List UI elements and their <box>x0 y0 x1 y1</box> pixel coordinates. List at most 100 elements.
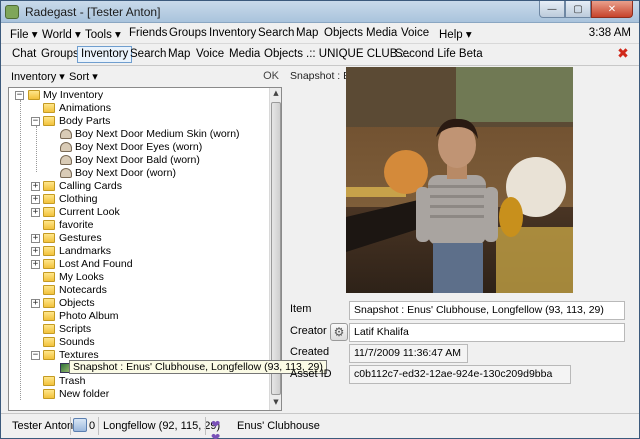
folder-icon <box>43 272 55 282</box>
radegast-window: Radegast - [Tester Anton] — ▢ ✕ File ▾ W… <box>0 0 640 439</box>
title-bar[interactable]: Radegast - [Tester Anton] — ▢ ✕ <box>1 1 639 23</box>
creator-field[interactable]: Latif Khalifa <box>349 323 625 342</box>
creator-label: Creator <box>290 325 327 337</box>
tab-inventory[interactable]: Inventory <box>77 46 133 63</box>
clock-display: 3:38 AM <box>588 27 631 39</box>
created-label: Created <box>290 346 330 358</box>
tree-item-trash[interactable]: Trash <box>9 375 271 388</box>
tree-item-lost-and-found[interactable]: + Lost And Found <box>9 258 271 271</box>
tree-item-current-look[interactable]: + Current Look <box>9 206 271 219</box>
tab-search[interactable]: Search <box>127 47 169 64</box>
folder-icon <box>43 181 55 191</box>
tree-item-new-folder[interactable]: New folder <box>9 388 271 401</box>
tab-map[interactable]: Map <box>165 47 193 64</box>
snapshot-image <box>346 67 573 293</box>
tree-item-objects[interactable]: + Objects <box>9 297 271 310</box>
tree-item-hair[interactable]: Boy Next Door Bald (worn) <box>9 154 271 167</box>
sort-dropdown[interactable]: Sort ▾ <box>69 70 98 83</box>
status-parcel[interactable]: Enus' Clubhouse <box>237 420 320 432</box>
menu-world[interactable]: World ▾ <box>42 27 81 41</box>
menu-media[interactable]: Media <box>366 27 397 39</box>
menu-groups[interactable]: Groups <box>169 27 207 39</box>
tree-item-my-looks[interactable]: My Looks <box>9 271 271 284</box>
expand-icon[interactable]: + <box>31 182 40 191</box>
expand-icon[interactable]: + <box>31 247 40 256</box>
close-tab-icon[interactable]: ✖ <box>616 47 630 61</box>
inventory-dropdown[interactable]: Inventory ▾ <box>11 70 65 83</box>
item-name-field[interactable]: Snapshot : Enus' Clubhouse, Longfellow (… <box>349 301 625 320</box>
hair-icon <box>60 155 72 165</box>
expand-icon[interactable]: + <box>31 260 40 269</box>
scroll-thumb[interactable] <box>271 102 281 395</box>
tree-item-calling-cards[interactable]: + Calling Cards <box>9 180 271 193</box>
tree-root-my-inventory[interactable]: − My Inventory <box>9 89 271 102</box>
tab-objects[interactable]: Objects <box>261 47 306 64</box>
tab-chat[interactable]: Chat <box>9 47 39 64</box>
menu-voice[interactable]: Voice <box>401 27 429 39</box>
tab-media[interactable]: Media <box>226 47 263 64</box>
collapse-icon[interactable]: − <box>31 117 40 126</box>
item-label: Item <box>290 303 312 315</box>
tab-second-life-beta[interactable]: Second Life Beta <box>392 47 486 64</box>
close-window-button[interactable]: ✕ <box>591 1 633 18</box>
ok-button[interactable]: OK <box>263 70 279 82</box>
tree-item-skin[interactable]: Boy Next Door Medium Skin (worn) <box>9 128 271 141</box>
tree-item-shape[interactable]: Boy Next Door (worn) <box>9 167 271 180</box>
maximize-button[interactable]: ▢ <box>565 1 591 18</box>
creator-profile-gear-icon[interactable]: ⚙ <box>330 323 348 341</box>
inventory-toolbar: Inventory ▾ Sort ▾ OK <box>1 67 283 85</box>
tree-item-body-parts[interactable]: − Body Parts <box>9 115 271 128</box>
expand-icon[interactable]: + <box>31 208 40 217</box>
tab-groups[interactable]: Groups <box>38 47 82 64</box>
asset-id-label: Asset ID <box>290 368 332 380</box>
tab-voice[interactable]: Voice <box>193 47 227 64</box>
expand-icon[interactable]: + <box>31 195 40 204</box>
item-tooltip: Snapshot : Enus' Clubhouse, Longfellow (… <box>69 360 327 374</box>
folder-icon <box>28 90 40 100</box>
asset-id-field[interactable]: c0b112c7-ed32-12ae-924e-130c209d9bba <box>349 365 571 384</box>
tree-item-scripts[interactable]: Scripts <box>9 323 271 336</box>
menu-file[interactable]: File ▾ <box>10 27 38 41</box>
tree-item-clothing[interactable]: + Clothing <box>9 193 271 206</box>
tree-item-animations[interactable]: Animations <box>9 102 271 115</box>
tree-item-sounds[interactable]: Sounds <box>9 336 271 349</box>
tree-item-photo-album[interactable]: Photo Album <box>9 310 271 323</box>
menu-search[interactable]: Search <box>258 27 294 39</box>
folder-icon <box>43 259 55 269</box>
collapse-icon[interactable]: − <box>15 91 24 100</box>
expand-icon[interactable]: + <box>31 234 40 243</box>
tab-bar: Chat Groups Inventory Search Map Voice M… <box>1 44 639 66</box>
menu-friends[interactable]: Friends <box>129 27 167 39</box>
tree-item-eyes[interactable]: Boy Next Door Eyes (worn) <box>9 141 271 154</box>
folder-icon <box>43 246 55 256</box>
shape-icon <box>60 168 72 178</box>
window-controls: — ▢ ✕ <box>539 1 633 19</box>
folder-icon <box>43 207 55 217</box>
scroll-down-icon[interactable]: ▼ <box>271 398 281 409</box>
collapse-icon[interactable]: − <box>31 351 40 360</box>
status-separator <box>70 417 71 435</box>
tree-item-favorite[interactable]: favorite <box>9 219 271 232</box>
status-region[interactable]: Longfellow (92, 115, 29) <box>103 420 220 432</box>
status-separator <box>205 417 206 435</box>
expand-icon[interactable]: + <box>31 299 40 308</box>
minimize-button[interactable]: — <box>539 1 565 18</box>
menu-objects[interactable]: Objects <box>324 27 363 39</box>
eyes-icon <box>60 142 72 152</box>
folder-icon <box>43 350 55 360</box>
folder-icon <box>43 337 55 347</box>
scroll-up-icon[interactable]: ▲ <box>271 89 281 100</box>
window-title: Radegast - [Tester Anton] <box>25 5 161 19</box>
tree-item-gestures[interactable]: + Gestures <box>9 232 271 245</box>
menu-tools[interactable]: Tools ▾ <box>85 27 121 41</box>
menu-inventory[interactable]: Inventory <box>209 27 256 39</box>
parcel-icon: ❤❤ <box>211 418 221 439</box>
folder-icon <box>43 324 55 334</box>
status-username: Tester Anton <box>12 420 74 432</box>
menu-help[interactable]: Help ▾ <box>439 27 472 41</box>
tree-item-notecards[interactable]: Notecards <box>9 284 271 297</box>
folder-icon <box>43 220 55 230</box>
skin-icon <box>60 129 72 139</box>
menu-map[interactable]: Map <box>296 27 318 39</box>
tree-item-landmarks[interactable]: + Landmarks <box>9 245 271 258</box>
